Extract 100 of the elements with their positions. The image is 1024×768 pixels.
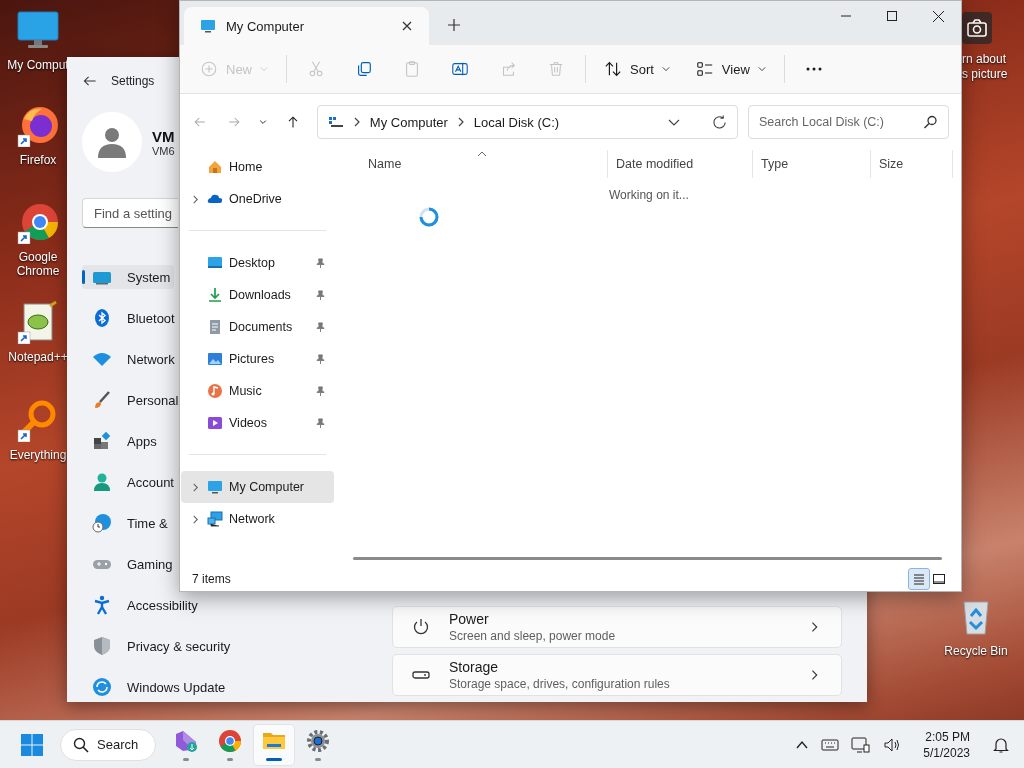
maximize-icon: [887, 11, 897, 21]
clock-globe-icon: [92, 513, 112, 533]
sidebar-item[interactable]: Desktop: [181, 247, 334, 279]
refresh-icon[interactable]: [711, 114, 727, 130]
nav-item[interactable]: Account: [82, 470, 178, 494]
sidebar-item[interactable]: OneDrive: [181, 183, 334, 215]
nav-item[interactable]: Personal: [82, 388, 183, 412]
nav-item[interactable]: Time &: [82, 511, 172, 535]
house-icon: [207, 159, 223, 175]
user-account: VM6: [152, 144, 175, 157]
editor-app-icon[interactable]: [173, 728, 199, 754]
back-button[interactable]: [83, 74, 97, 88]
item-count: 7 items: [192, 572, 232, 586]
taskbar-button[interactable]: [254, 724, 294, 765]
camera-button[interactable]: [962, 12, 992, 44]
notification-bell-icon[interactable]: [992, 735, 1010, 754]
card-subtitle: Storage space, drives, configuration rules: [449, 677, 671, 691]
nav-item[interactable]: Privacy & security: [82, 634, 235, 658]
search-icon[interactable]: [922, 115, 937, 129]
document-icon: [207, 319, 223, 335]
sort-caret-icon: [476, 150, 487, 158]
network-monitor-icon[interactable]: [851, 734, 872, 755]
breadcrumb[interactable]: Local Disk (C:): [473, 114, 560, 130]
sidebar-item[interactable]: Network: [181, 503, 334, 535]
card-title: Storage: [449, 659, 500, 675]
expand-chevron-icon[interactable]: [190, 482, 200, 492]
pin-icon: [315, 417, 326, 429]
accessibility-icon: [92, 595, 112, 615]
network-icon: [207, 511, 223, 527]
time-text: 2:05 PM: [925, 728, 970, 745]
close-icon: [401, 20, 413, 32]
nav-item[interactable]: Bluetoot: [82, 306, 179, 330]
search-field[interactable]: Search Local Disk (C:): [747, 105, 949, 139]
loading-text: Working on it...: [609, 188, 690, 202]
icon-label: Everything: [9, 448, 67, 462]
settings-card[interactable]: Power Screen and sleep, power mode: [392, 606, 842, 648]
refresh-icon: [92, 677, 112, 697]
icon-label: Google Chrome: [15, 250, 61, 278]
user-name: VM: [152, 127, 175, 145]
camera-icon: [966, 17, 988, 39]
icon-label: My Comput: [7, 58, 69, 72]
address-bar[interactable]: My Computer Local Disk (C:): [316, 105, 738, 139]
sidebar-item[interactable]: My Computer: [181, 471, 334, 503]
nav-item[interactable]: Windows Update: [82, 675, 230, 699]
tab[interactable]: My Computer: [184, 7, 429, 45]
sidebar-item[interactable]: Music: [181, 375, 334, 407]
sort-icon: [604, 60, 622, 78]
pin-icon: [315, 321, 326, 333]
sidebar-item[interactable]: Documents: [181, 311, 334, 343]
sidebar-item[interactable]: Videos: [181, 407, 334, 439]
pin-icon: [315, 353, 326, 365]
icon-label: Recycle Bin: [944, 644, 1008, 658]
search-field[interactable]: Find a setting: [82, 198, 178, 228]
nav-item[interactable]: Network: [82, 347, 179, 371]
pin-icon: [315, 385, 326, 397]
rename-icon: [451, 60, 469, 78]
windows-logo-icon: [21, 733, 43, 756]
nav-item[interactable]: System: [82, 265, 175, 289]
horizontal-scrollbar[interactable]: [353, 557, 942, 560]
column-header[interactable]: Date modified: [608, 150, 753, 178]
brush-icon: [92, 390, 112, 410]
gear-icon[interactable]: [305, 728, 331, 754]
expand-chevron-icon[interactable]: [190, 194, 200, 204]
scissors-icon: [307, 60, 325, 78]
video-icon: [207, 415, 223, 431]
details-view-icon: [912, 572, 926, 586]
icon-label: Firefox: [19, 153, 57, 167]
column-header[interactable]: Type: [753, 150, 871, 178]
sidebar-item[interactable]: Home: [181, 151, 334, 183]
column-header[interactable]: Size: [871, 150, 953, 178]
nav-item[interactable]: Gaming: [82, 552, 177, 576]
copy-icon: [355, 60, 373, 78]
search-icon: [73, 736, 89, 753]
music-icon: [207, 383, 223, 399]
pin-icon: [315, 257, 326, 269]
new-icon: [200, 60, 218, 78]
plus-icon: [448, 19, 460, 31]
column-header[interactable]: Name: [338, 150, 608, 178]
date-text: 5/1/2023: [923, 744, 970, 761]
monitor-icon: [200, 18, 216, 34]
sidebar-item[interactable]: Pictures: [181, 343, 334, 375]
download-icon: [207, 287, 223, 303]
pin-icon: [315, 289, 326, 301]
close-icon: [932, 10, 944, 22]
nav-item[interactable]: Apps: [82, 429, 161, 453]
trash-icon: [547, 60, 565, 78]
search-button[interactable]: Search: [60, 728, 156, 761]
nav-item[interactable]: Accessibility: [82, 593, 202, 617]
tiles-view-icon: [932, 572, 946, 586]
view-icon: [695, 60, 714, 78]
person-icon: [92, 472, 112, 492]
spinner-icon: [418, 206, 440, 228]
card-subtitle: Screen and sleep, power mode: [449, 629, 617, 643]
expand-chevron-icon[interactable]: [190, 514, 200, 524]
breadcrumb[interactable]: My Computer: [369, 114, 448, 130]
icon-label: Notepad++: [8, 350, 68, 364]
sidebar-item[interactable]: Downloads: [181, 279, 334, 311]
more-icon: [804, 67, 823, 71]
apps-icon: [92, 431, 112, 451]
settings-card[interactable]: Storage Storage space, drives, configuration rules: [392, 654, 842, 696]
